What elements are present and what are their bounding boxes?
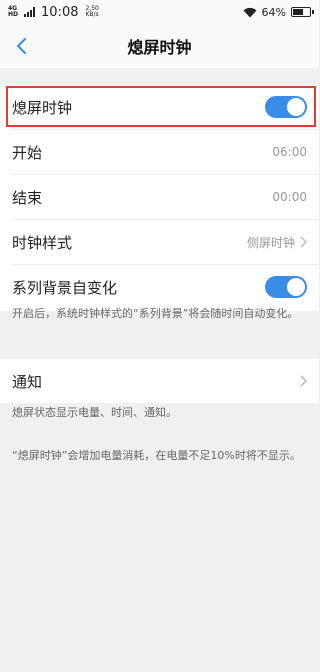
end-time-label: 结束 <box>12 188 43 207</box>
notification-row[interactable]: 通知 <box>0 359 319 403</box>
series-bg-label: 系列背景自变化 <box>12 278 118 297</box>
title-bar: 熄屏时钟 <box>0 24 319 68</box>
series-bg-toggle-switch[interactable] <box>265 276 307 298</box>
clock-style-value: 侧屏时钟 <box>246 235 295 250</box>
end-time-value: 00:00 <box>272 190 307 204</box>
network-speed: 2.50 KB/s <box>85 6 98 18</box>
series-bg-note: 开启后，系统时钟样式的“系列背景”将会随时间自动变化。 <box>12 307 299 320</box>
power-note: “熄屏时钟”会增加电量消耗，在电量不足10%时将不显示。 <box>12 449 301 462</box>
settings-section-notification: 通知 <box>0 359 319 403</box>
end-time-row[interactable]: 结束 00:00 <box>0 175 319 219</box>
speed-unit: KB/s <box>85 11 99 18</box>
clock-style-row[interactable]: 时钟样式 侧屏时钟 <box>0 220 319 264</box>
start-time-label: 开始 <box>12 143 43 162</box>
series-bg-row[interactable]: 系列背景自变化 <box>0 265 319 309</box>
battery-percent: 64% <box>261 5 286 19</box>
start-time-value: 06:00 <box>272 145 307 159</box>
battery-level <box>293 9 304 15</box>
wifi-icon <box>243 7 257 17</box>
highlight-box <box>6 86 316 127</box>
status-left: 4G HD 10:08 2.50 KB/s <box>8 5 99 20</box>
clock-style-label: 时钟样式 <box>12 233 73 252</box>
notification-label: 通知 <box>12 372 43 391</box>
status-right: 64% <box>243 5 314 19</box>
page-title: 熄屏时钟 <box>127 38 192 57</box>
chevron-right-icon <box>300 375 307 387</box>
signal-icon <box>24 7 36 17</box>
clock-style-value-wrap: 侧屏时钟 <box>247 234 307 251</box>
battery-icon <box>291 7 314 17</box>
status-time: 10:08 <box>41 4 79 20</box>
chevron-left-icon[interactable] <box>12 36 32 56</box>
network-sub-label: HD <box>8 11 19 18</box>
toggle-knob <box>287 278 305 296</box>
chevron-right-icon <box>300 236 307 248</box>
notification-note: 熄屏状态显示电量、时间、通知。 <box>12 406 177 419</box>
status-bar: 4G HD 10:08 2.50 KB/s 64% <box>0 0 319 24</box>
notification-chevron-wrap <box>299 375 307 387</box>
start-time-row[interactable]: 开始 06:00 <box>0 130 319 174</box>
network-type: 4G HD <box>8 6 18 18</box>
